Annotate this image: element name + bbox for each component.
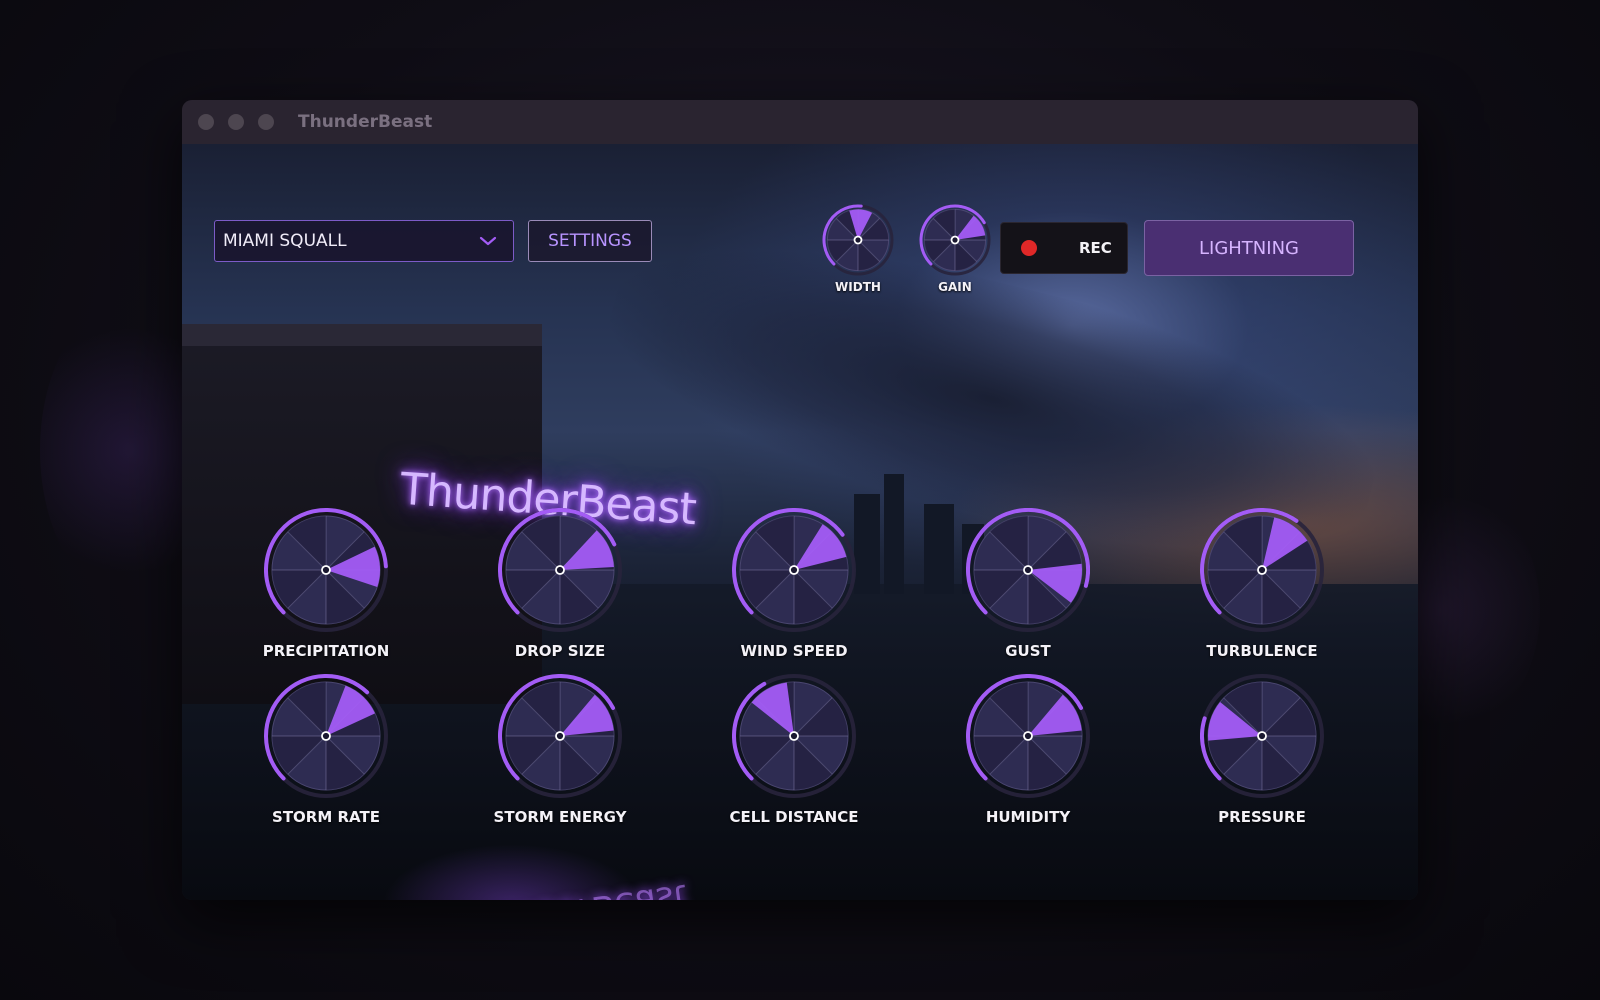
record-dot-icon: [1021, 240, 1037, 256]
gust-knob-dial: [966, 508, 1090, 632]
storm-rate-knob-dial: [264, 674, 388, 798]
storm-background: ThunderBeast ThunderBeast MIAMI SQUALL S…: [182, 144, 1418, 900]
drop-size-label: DROP SIZE: [514, 642, 606, 660]
width-knob[interactable]: WIDTH: [822, 204, 894, 298]
turbulence-knob[interactable]: TURBULENCE: [1200, 508, 1324, 662]
precipitation-knob-dial: [264, 508, 388, 632]
precipitation-label: PRECIPITATION: [262, 642, 390, 660]
close-window-button[interactable]: [198, 114, 214, 130]
drop-size-knob[interactable]: DROP SIZE: [498, 508, 622, 662]
window-title: ThunderBeast: [298, 112, 433, 132]
pressure-knob-dial: [1200, 674, 1324, 798]
turbulence-knob-dial: [1200, 508, 1324, 632]
gain-knob-dial: [919, 204, 991, 276]
wind-speed-label: WIND SPEED: [740, 642, 848, 660]
precipitation-knob[interactable]: PRECIPITATION: [262, 508, 390, 662]
wind-speed-knob-dial: [732, 508, 856, 632]
plugin-window: ThunderBeast ThunderBeast ThunderBeast M…: [182, 100, 1418, 900]
rec-button[interactable]: REC: [1000, 222, 1128, 274]
humidity-knob[interactable]: HUMIDITY: [966, 674, 1090, 828]
preset-dropdown[interactable]: MIAMI SQUALL: [214, 220, 514, 262]
storm-energy-knob[interactable]: STORM ENERGY: [494, 674, 626, 828]
gust-label: GUST: [1005, 642, 1051, 660]
width-label: WIDTH: [835, 280, 881, 294]
gain-label: GAIN: [938, 280, 972, 294]
storm-rate-label: STORM RATE: [272, 808, 380, 826]
lightning-button[interactable]: LIGHTNING: [1144, 220, 1354, 276]
pressure-knob[interactable]: PRESSURE: [1200, 674, 1324, 828]
cell-distance-knob-dial: [732, 674, 856, 798]
storm-energy-label: STORM ENERGY: [493, 808, 627, 826]
width-knob-dial: [822, 204, 894, 276]
settings-button[interactable]: SETTINGS: [528, 220, 652, 262]
cell-distance-knob[interactable]: CELL DISTANCE: [729, 674, 859, 828]
preset-value: MIAMI SQUALL: [223, 231, 347, 251]
rec-label: REC: [1079, 239, 1112, 257]
drop-size-knob-dial: [498, 508, 622, 632]
gust-knob[interactable]: GUST: [966, 508, 1090, 662]
pressure-label: PRESSURE: [1218, 808, 1306, 826]
turbulence-label: TURBULENCE: [1206, 642, 1318, 660]
zoom-window-button[interactable]: [258, 114, 274, 130]
storm-energy-knob-dial: [498, 674, 622, 798]
title-bar: ThunderBeast: [182, 100, 1418, 144]
gain-knob[interactable]: GAIN: [919, 204, 991, 298]
cell-distance-label: CELL DISTANCE: [729, 808, 859, 826]
humidity-label: HUMIDITY: [985, 808, 1071, 826]
wind-speed-knob[interactable]: WIND SPEED: [732, 508, 856, 662]
humidity-knob-dial: [966, 674, 1090, 798]
chevron-down-icon: [479, 236, 497, 246]
storm-rate-knob[interactable]: STORM RATE: [264, 674, 388, 828]
minimize-window-button[interactable]: [228, 114, 244, 130]
